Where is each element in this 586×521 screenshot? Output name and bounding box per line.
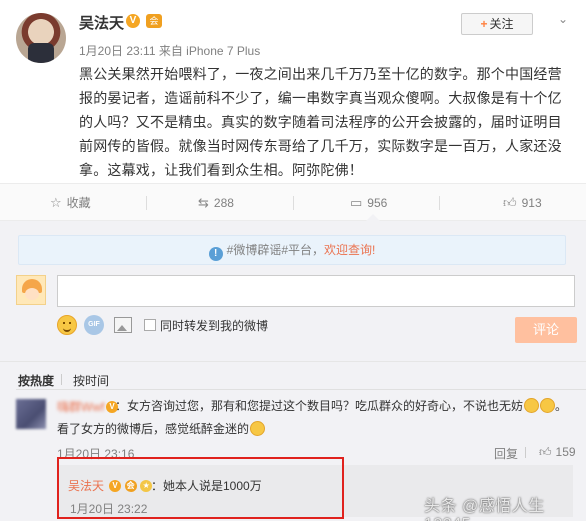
sort-by-time-tab[interactable]: 按时间 [73, 372, 109, 389]
laugh-cry-emoji-icon [540, 398, 556, 413]
toutiao-watermark: 头条 @感悟人生12345 [424, 498, 545, 521]
post-content: 黑公关果然开始喂料了，一夜之间出来几千万乃至十亿的数字。那个中国经营报的晏记者，… [79, 66, 562, 178]
divider [16, 389, 586, 390]
comment-count: 956 [367, 196, 388, 210]
info-icon: ! [208, 247, 223, 261]
comment-text-part1: ：女方咨询过您，那有和您提过这个数目吗？吃瓜群众的好奇心，不说也无妨 [115, 399, 524, 413]
like-button[interactable]: 👍︎ 913 [503, 184, 542, 222]
rumor-notice-bar: ! #微博辟谣#平台，欢迎查询! [18, 235, 566, 265]
favorite-button[interactable]: ☆ 收藏 [50, 184, 91, 222]
repost-icon: ⇆ [198, 195, 209, 210]
comment-input[interactable] [57, 275, 575, 307]
repost-count: 288 [213, 196, 234, 210]
my-avatar [16, 275, 46, 305]
comment-icon: ▭ [350, 195, 363, 210]
verified-badge-icon[interactable]: V [126, 14, 140, 28]
chevron-down-icon[interactable]: ⌄ [554, 12, 572, 28]
thumb-up-icon: 👍︎ [503, 195, 517, 210]
image-icon[interactable] [114, 317, 132, 333]
commenter-avatar[interactable] [16, 399, 46, 429]
divider [0, 361, 586, 362]
action-divider [439, 196, 440, 210]
action-divider [293, 196, 294, 210]
repost-checkbox[interactable] [144, 319, 156, 331]
comment-text: ：女方咨询过您，那有和您提过这个数目吗？吃瓜群众的好奇心，不说也无妨 。看了女方的… [57, 395, 569, 441]
post-action-bar: ☆ 收藏 ⇆ 288 ▭ 956 👍︎ 913 [0, 183, 586, 221]
author-name[interactable]: 吴法天 [79, 12, 124, 33]
post-meta: 1月20日 23:11 来自 iPhone 7 Plus [79, 42, 260, 59]
post-source: 来自 iPhone 7 Plus [158, 44, 261, 58]
star-icon: ☆ [50, 195, 62, 210]
submit-comment-button[interactable]: 评论 [515, 317, 577, 343]
laugh-cry-emoji-icon [524, 398, 540, 413]
gif-icon[interactable]: GIF [84, 315, 104, 335]
like-count: 913 [521, 196, 542, 210]
comment-like-button[interactable]: 👍︎ 159 [539, 445, 576, 460]
member-badge-icon[interactable]: 会 [146, 14, 162, 28]
repost-button[interactable]: ⇆ 288 [198, 184, 234, 222]
repost-checkbox-label: 同时转发到我的微博 [160, 319, 269, 333]
reply-divider [525, 447, 526, 458]
smirk-emoji-icon [250, 421, 266, 436]
action-divider [146, 196, 147, 210]
notice-text: #微博辟谣#平台， [226, 243, 324, 257]
sort-by-hot-tab[interactable]: 按热度 [18, 372, 54, 389]
follow-button[interactable]: + 关注 [461, 13, 533, 35]
follow-label: 关注 [489, 17, 514, 31]
thumb-up-icon: 👍︎ [539, 445, 552, 459]
author-avatar[interactable] [16, 13, 66, 63]
red-highlight-box [57, 457, 344, 519]
notice-link[interactable]: 欢迎查询! [324, 243, 375, 257]
reply-button[interactable]: 回复 [494, 445, 518, 462]
commenter-badges: V [106, 398, 118, 413]
commenter-name[interactable]: 嗨群Wwf [57, 398, 104, 415]
plus-icon: + [480, 17, 488, 31]
sort-divider [61, 374, 62, 385]
weibo-post: 吴法天 V 会 + 关注 ⌄ 1月20日 23:11 来自 iPhone 7 Pl… [0, 0, 586, 187]
comment-panel: ! #微博辟谣#平台，欢迎查询! GIF 同时转发到我的微博 评论 按热度 按时间… [0, 221, 586, 521]
comment-like-count: 159 [555, 445, 576, 459]
verified-badge-icon: V [106, 400, 118, 413]
emoji-icon[interactable] [57, 315, 77, 335]
comment-panel-caret [366, 214, 380, 221]
post-time[interactable]: 1月20日 23:11 [79, 44, 156, 58]
favorite-label: 收藏 [66, 196, 91, 210]
